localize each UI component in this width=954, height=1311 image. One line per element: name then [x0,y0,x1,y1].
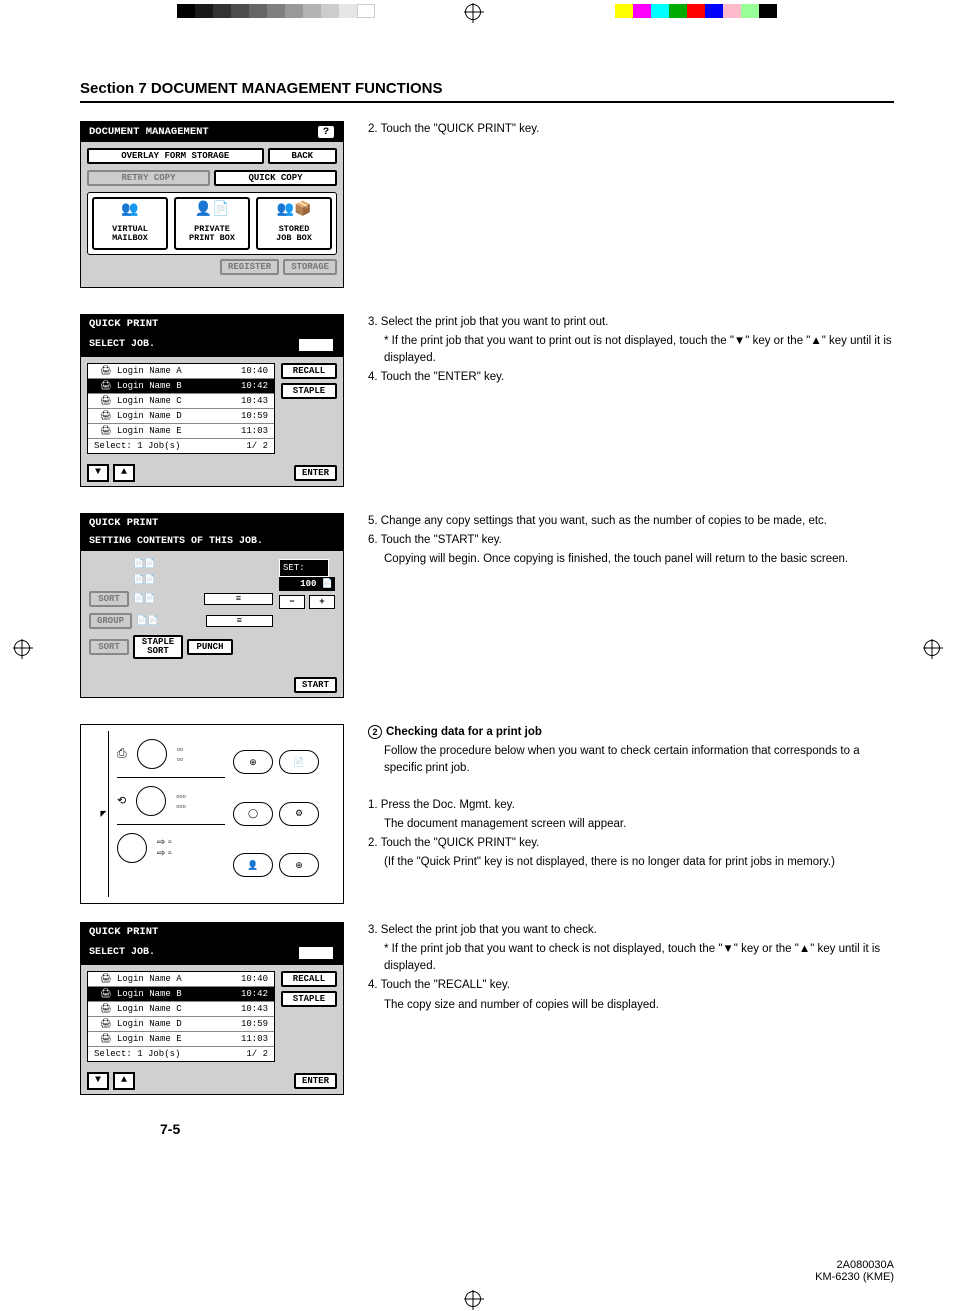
panel-button[interactable] [137,739,167,769]
list-item[interactable]: 🖨 Login Name D10:59 [88,409,274,424]
instruction-b2-note: (If the "Quick Print" key is not display… [368,854,894,871]
help-icon[interactable]: ? [317,125,335,139]
instruction-step-6-note: Copying will begin. Once copying is fini… [368,551,894,568]
stored-job-box-button[interactable]: 👥📦 STOREDJOB BOX [256,197,332,250]
subsection-heading: Checking data for a print job [386,726,542,738]
punch-button[interactable]: PUNCH [187,639,233,655]
scroll-down-button[interactable]: ▼ [87,1072,109,1090]
select-job-label: SELECT JOB. [89,947,155,958]
list-item[interactable]: 🖨 Login Name E11:03 [88,424,274,439]
lcd-quick-print-select: QUICK PRINT SELECT JOB. BACK 🖨 Login Nam… [80,314,344,487]
list-item[interactable]: 🖨 Login Name B10:42 [88,987,274,1002]
virtual-mailbox-button[interactable]: 👥 VIRTUALMAILBOX [92,197,168,250]
back-button[interactable]: BACK [268,148,338,164]
instruction-b1: 1. Press the Doc. Mgmt. key. [368,797,894,814]
instruction-c3-note: * If the print job that you want to chec… [368,941,894,976]
list-item[interactable]: 🖨 Login Name C10:43 [88,394,274,409]
registration-target-icon [465,4,481,20]
panel-round-button[interactable]: ⊕ [279,853,319,877]
instruction-c4: 4. Touch the "RECALL" key. [368,977,894,994]
panel-button[interactable] [117,833,147,863]
list-item[interactable]: 🖨 Login Name D10:59 [88,1017,274,1032]
control-panel-diagram: ◤ ⎙ ▫▫▫▫ ⟲ ▫▫▫▫▫▫ ⇨ ▫⇨ ▫ [80,724,344,904]
page-number: 7-5 [160,1121,834,1137]
scroll-up-button[interactable]: ▲ [113,1072,135,1090]
staple-sort-button[interactable]: STAPLE SORT [133,635,183,659]
set-label: SET: [279,559,329,577]
instruction-step-4: 4. Touch the "ENTER" key. [368,369,894,386]
sort-button[interactable]: SORT [89,591,129,607]
private-box-icon: 👤📄 [178,203,246,223]
panel-round-button[interactable]: ⚙ [279,802,319,826]
lcd-title-label: DOCUMENT MANAGEMENT [89,126,209,138]
subsection-description: Follow the procedure below when you want… [368,743,894,778]
staple-button[interactable]: STAPLE [281,383,337,399]
sort-button-2[interactable]: SORT [89,639,129,655]
list-item[interactable]: 🖨 Login Name A10:40 [88,972,274,987]
lcd-quick-print-select-2: QUICK PRINT SELECT JOB. BACK 🖨 Login Nam… [80,922,344,1095]
instruction-step-6: 6. Touch the "START" key. [368,532,894,549]
list-item[interactable]: 🖨 Login Name C10:43 [88,1002,274,1017]
job-list: 🖨 Login Name A10:40 🖨 Login Name B10:42 … [87,363,275,454]
plus-button[interactable]: + [309,595,335,609]
stored-box-icon: 👥📦 [260,203,328,223]
panel-round-button[interactable]: 👤 [233,853,273,877]
private-print-box-button[interactable]: 👤📄 PRIVATEPRINT BOX [174,197,250,250]
register-button[interactable]: REGISTER [220,259,279,275]
panel-button[interactable] [136,786,166,816]
instruction-step-3-note: * If the print job that you want to prin… [368,333,894,368]
document-id: 2A080030A KM-6230 (KME) [815,1259,894,1283]
instruction-b1-note: The document management screen will appe… [368,816,894,833]
instruction-c3: 3. Select the print job that you want to… [368,922,894,939]
back-button[interactable]: BACK [297,337,335,353]
scroll-up-button[interactable]: ▲ [113,464,135,482]
registration-target-icon [924,640,940,656]
instruction-b2: 2. Touch the "QUICK PRINT" key. [368,835,894,852]
panel-round-button[interactable]: ⊕ [233,750,273,774]
list-item[interactable]: 🖨 Login Name A10:40 [88,364,274,379]
instruction-c4-note: The copy size and number of copies will … [368,997,894,1014]
registration-target-icon [14,640,30,656]
section-title: Section 7 DOCUMENT MANAGEMENT FUNCTIONS [80,80,894,103]
lcd-document-management: DOCUMENT MANAGEMENT ? OVERLAY FORM STORA… [80,121,344,288]
group-button[interactable]: GROUP [89,613,132,629]
overlay-form-storage-button[interactable]: OVERLAY FORM STORAGE [87,148,264,164]
list-item[interactable]: 🖨 Login Name B10:42 [88,379,274,394]
mailbox-icon: 👥 [96,203,164,223]
quick-copy-button[interactable]: QUICK COPY [214,170,337,186]
staple-button[interactable]: STAPLE [281,991,337,1007]
retry-copy-button[interactable]: RETRY COPY [87,170,210,186]
scroll-down-button[interactable]: ▼ [87,464,109,482]
panel-tab-icon: ◤ [91,809,108,818]
panel-round-button[interactable]: ◯ [233,802,273,826]
job-list: 🖨 Login Name A10:40 🖨 Login Name B10:42 … [87,971,275,1062]
lcd-quick-print-settings: QUICK PRINT SETTING CONTENTS OF THIS JOB… [80,513,344,698]
minus-button[interactable]: − [279,595,305,609]
instruction-step-5: 5. Change any copy settings that you wan… [368,513,894,530]
list-item[interactable]: 🖨 Login Name E11:03 [88,1032,274,1047]
select-job-label: SELECT JOB. [89,339,155,350]
recall-button[interactable]: RECALL [281,363,337,379]
enter-button[interactable]: ENTER [294,1073,337,1089]
start-button[interactable]: START [294,677,337,693]
recall-button[interactable]: RECALL [281,971,337,987]
settings-header: SETTING CONTENTS OF THIS JOB. [89,536,263,547]
circled-number-icon: 2 [368,725,382,739]
instruction-step-2: 2. Touch the "QUICK PRINT" key. [368,121,894,138]
panel-round-button[interactable]: 📄 [279,750,319,774]
enter-button[interactable]: ENTER [294,465,337,481]
instruction-step-3: 3. Select the print job that you want to… [368,314,894,331]
storage-button[interactable]: STORAGE [283,259,337,275]
back-button[interactable]: BACK [297,945,335,961]
registration-target-icon [465,1291,481,1307]
